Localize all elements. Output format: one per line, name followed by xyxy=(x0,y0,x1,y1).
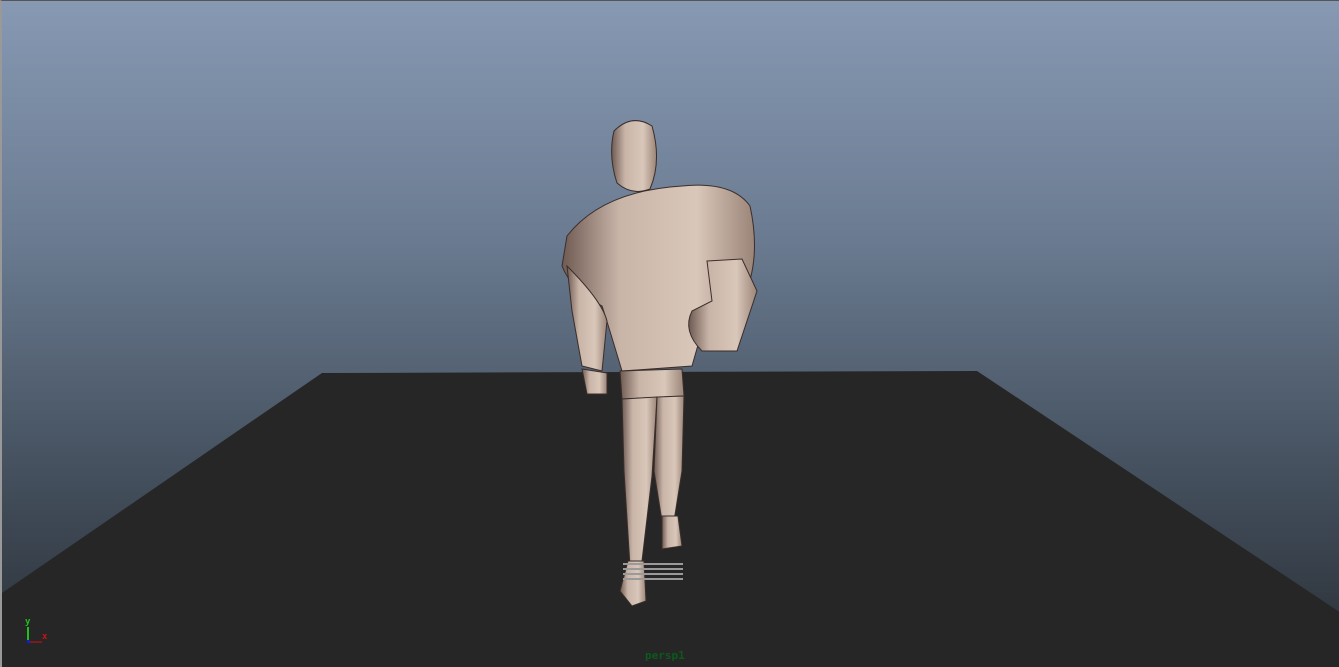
axis-x-label: x xyxy=(42,632,48,642)
camera-label: persp1 xyxy=(645,649,685,662)
axis-y-label: y xyxy=(25,617,31,627)
scene xyxy=(2,120,1339,667)
3d-viewport[interactable]: y x persp1 xyxy=(0,0,1339,667)
